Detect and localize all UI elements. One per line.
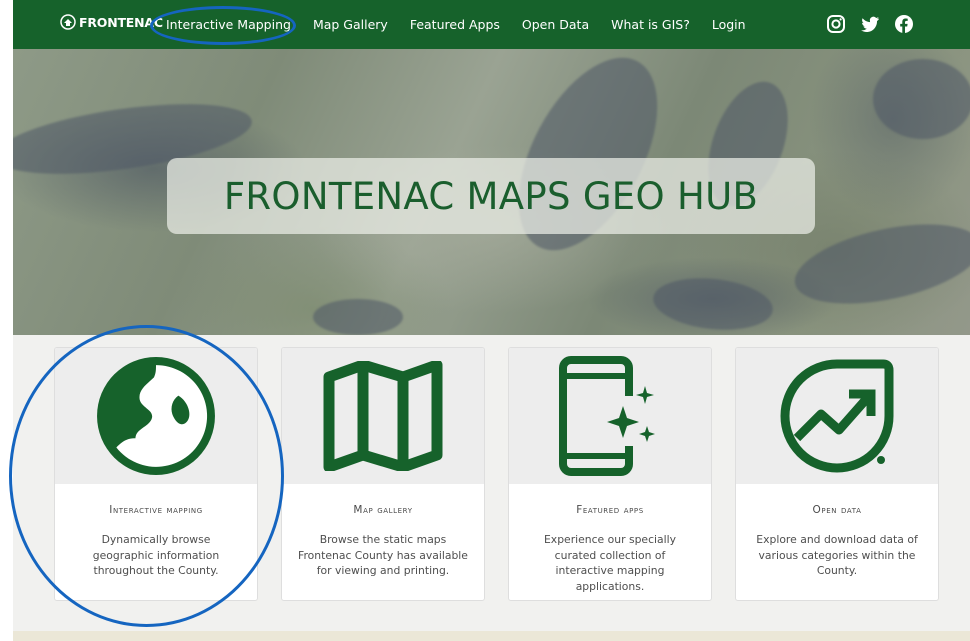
hero-banner: FRONTENAC MAPS GEO HUB — [13, 49, 970, 335]
nav-link-map-gallery[interactable]: Map Gallery — [313, 17, 388, 32]
hero-title: FRONTENAC MAPS GEO HUB — [223, 174, 759, 218]
hero-title-box: FRONTENAC MAPS GEO HUB — [167, 158, 815, 234]
facebook-icon[interactable] — [894, 14, 914, 34]
top-navbar: FRONTENAC Interactive Mapping Map Galler… — [13, 0, 970, 49]
card-featured-apps[interactable]: Featured Apps Experience our specially c… — [508, 347, 712, 601]
hero-lake-shape — [787, 210, 970, 318]
hero-lake-shape — [873, 59, 970, 139]
nav-link-open-data[interactable]: Open Data — [522, 17, 589, 32]
chart-trend-icon — [780, 359, 894, 473]
globe-icon — [97, 357, 215, 475]
footer-strip — [13, 631, 970, 641]
map-icon — [323, 361, 443, 471]
nav-link-login[interactable]: Login — [712, 17, 746, 32]
card-icon-area — [509, 348, 711, 484]
card-title: Map Gallery — [353, 504, 413, 516]
card-description: Dynamically browse geographic informatio… — [92, 533, 220, 577]
frontenac-logo-icon — [60, 14, 76, 30]
card-description: Explore and download data of various cat… — [756, 533, 918, 577]
card-description: Browse the static maps Frontenac County … — [298, 533, 468, 577]
card-title: Open Data — [812, 504, 862, 516]
nav-link-featured-apps[interactable]: Featured Apps — [410, 17, 500, 32]
card-map-gallery[interactable]: Map Gallery Browse the static maps Front… — [281, 347, 485, 601]
card-title: Featured Apps — [576, 504, 644, 516]
instagram-icon[interactable] — [826, 14, 846, 34]
card-description: Experience our specially curated collect… — [543, 533, 677, 593]
nav-link-interactive-mapping[interactable]: Interactive Mapping — [166, 17, 291, 32]
nav-link-what-is-gis[interactable]: What is GIS? — [611, 17, 690, 32]
hero-lake-shape — [650, 272, 776, 335]
brand-logo-link[interactable]: FRONTENAC — [60, 14, 163, 30]
nav-links: Interactive Mapping Map Gallery Featured… — [166, 0, 768, 49]
card-title: Interactive Mapping — [109, 504, 203, 516]
card-icon-area — [736, 348, 938, 484]
brand-name: FRONTENAC — [79, 14, 163, 30]
hero-lake-shape — [313, 299, 403, 335]
card-open-data[interactable]: Open Data Explore and download data of v… — [735, 347, 939, 601]
card-icon-area — [282, 348, 484, 484]
twitter-icon[interactable] — [860, 14, 880, 34]
card-interactive-mapping[interactable]: Interactive Mapping Dynamically browse g… — [54, 347, 258, 601]
card-icon-area — [55, 348, 257, 484]
social-links — [826, 14, 914, 34]
phone-sparkle-icon — [559, 356, 655, 476]
